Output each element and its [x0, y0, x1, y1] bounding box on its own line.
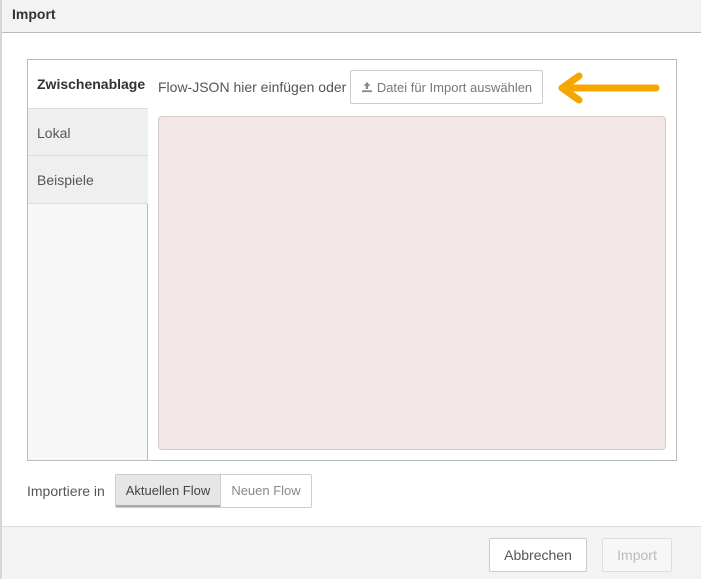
flow-json-textarea[interactable] — [158, 116, 666, 450]
current-flow-option[interactable]: Aktuellen Flow — [115, 474, 221, 508]
import-target-label: Importiere in — [27, 483, 105, 499]
clipboard-hint: Flow-JSON hier einfügen oder — [158, 79, 347, 95]
import-content-panel: Zwischenablage Lokal Beispiele Flow-JSON… — [27, 59, 677, 461]
dialog-title: Import — [12, 6, 56, 22]
select-file-button[interactable]: Datei für Import auswählen — [350, 70, 543, 104]
dialog-left-edge — [0, 0, 2, 579]
new-flow-option[interactable]: Neuen Flow — [220, 474, 312, 508]
select-file-button-label: Datei für Import auswählen — [376, 79, 533, 95]
upload-icon — [361, 82, 372, 93]
dialog-title-bar: Import — [2, 0, 701, 33]
tab-lokal[interactable]: Lokal — [28, 108, 148, 156]
import-button[interactable]: Import — [602, 538, 672, 572]
arrow-left-icon — [558, 72, 660, 104]
import-source-tabs: Zwischenablage Lokal Beispiele — [28, 60, 149, 460]
tab-column-filler — [28, 204, 147, 460]
tab-beispiele[interactable]: Beispiele — [28, 156, 148, 204]
dialog-footer: Abbrechen Import — [2, 526, 701, 579]
import-dialog: Import Zwischenablage Lokal Beispiele Fl… — [0, 0, 701, 579]
tab-zwischenablage[interactable]: Zwischenablage — [28, 60, 149, 108]
cancel-button[interactable]: Abbrechen — [489, 538, 587, 572]
